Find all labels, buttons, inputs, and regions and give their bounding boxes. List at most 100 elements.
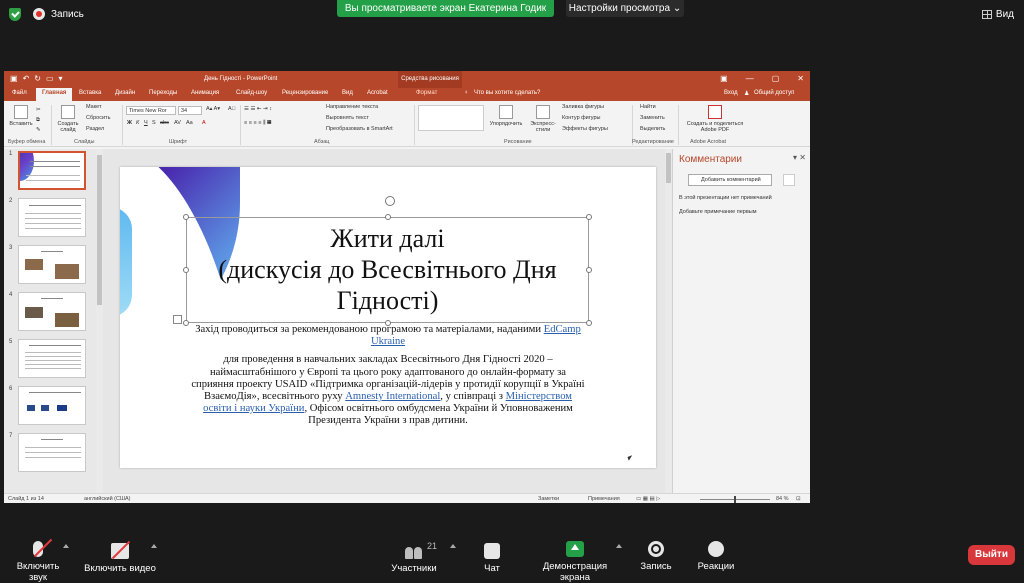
tab-transitions[interactable]: Переходы bbox=[149, 90, 177, 96]
scroll-thumb[interactable] bbox=[97, 155, 102, 305]
share-options-caret[interactable] bbox=[616, 544, 622, 548]
shapes-gallery[interactable] bbox=[418, 105, 484, 131]
slide[interactable]: Λ Жити далі (дискусія до Всесвітнього Дн… bbox=[120, 167, 656, 468]
comments-button[interactable]: Примечания bbox=[588, 496, 620, 502]
security-shield-icon[interactable] bbox=[9, 8, 21, 21]
resize-handle[interactable] bbox=[183, 320, 189, 326]
comment-nav-button[interactable] bbox=[783, 174, 795, 186]
minimize-icon[interactable]: — bbox=[746, 74, 754, 83]
thumbnail-image[interactable] bbox=[18, 245, 86, 284]
bold-button[interactable]: Ж bbox=[127, 120, 132, 126]
arrange-button[interactable]: Упорядочить bbox=[489, 105, 523, 127]
customize-qat-icon[interactable]: ▾ bbox=[59, 74, 63, 83]
underline-button[interactable]: Ч bbox=[144, 120, 148, 126]
grow-font-icon[interactable]: A▴ A▾ bbox=[206, 106, 220, 112]
zoom-level[interactable]: 84 % bbox=[776, 496, 789, 502]
thumbnail-image[interactable] bbox=[18, 292, 86, 331]
video-options-caret[interactable] bbox=[151, 544, 157, 548]
thumbnail-image[interactable] bbox=[18, 198, 86, 237]
change-case-button[interactable]: Aa bbox=[186, 120, 193, 126]
close-icon[interactable]: ▾ ✕ bbox=[793, 153, 806, 162]
strikethrough-button[interactable]: abc bbox=[160, 120, 169, 126]
ribbon-display-icon[interactable]: ▣ bbox=[720, 74, 728, 83]
tab-file[interactable]: Файл bbox=[12, 90, 27, 96]
start-video-button[interactable]: Включить видео bbox=[84, 540, 156, 574]
recording-indicator[interactable]: Запись bbox=[33, 8, 84, 20]
view-mode-icons[interactable]: ▭ ▦ ▤ ▷ bbox=[636, 496, 660, 502]
scroll-thumb[interactable] bbox=[666, 153, 671, 183]
undo-icon[interactable]: ↶ bbox=[23, 74, 30, 83]
start-slideshow-icon[interactable]: ▭ bbox=[46, 74, 54, 83]
format-painter-icon[interactable]: ✎ bbox=[36, 127, 41, 133]
layout-options-icon[interactable] bbox=[173, 315, 182, 324]
rotate-handle-icon[interactable] bbox=[385, 196, 395, 206]
fit-slide-icon[interactable]: ⊡ bbox=[796, 496, 801, 502]
thumbnails-scrollbar[interactable] bbox=[96, 149, 103, 493]
save-icon[interactable]: ▣ bbox=[10, 74, 18, 83]
close-icon[interactable]: ✕ bbox=[797, 74, 804, 83]
slide-body-text[interactable]: Захід проводиться за рекомендованою прог… bbox=[190, 324, 586, 428]
participants-options-caret[interactable] bbox=[450, 544, 456, 548]
add-comment-button[interactable]: Добавить комментарий bbox=[688, 174, 772, 186]
view-button[interactable]: Вид bbox=[981, 9, 1014, 20]
italic-button[interactable]: К bbox=[136, 120, 139, 126]
thumbnail-image[interactable] bbox=[18, 151, 86, 190]
clear-format-icon[interactable]: A⃠ bbox=[228, 106, 236, 112]
font-name-select[interactable]: Times New Ror bbox=[126, 106, 176, 115]
reactions-button[interactable]: Реакции bbox=[696, 541, 736, 572]
quick-styles-button[interactable]: Экспресс-стили bbox=[526, 105, 560, 133]
tab-slideshow[interactable]: Слайд-шоу bbox=[236, 90, 267, 96]
layout-button[interactable]: Макет bbox=[86, 104, 102, 110]
shape-effects-button[interactable]: Эффекты фигуры bbox=[562, 126, 608, 132]
text-direction-button[interactable]: Направление текста bbox=[326, 104, 378, 110]
zoom-slider-thumb[interactable] bbox=[734, 496, 736, 503]
sign-in-link[interactable]: Вход bbox=[724, 90, 738, 96]
shape-outline-button[interactable]: Контур фигуры bbox=[562, 115, 600, 121]
tab-home[interactable]: Главная bbox=[36, 88, 73, 101]
unmute-button[interactable]: Включить звук bbox=[8, 538, 68, 583]
tab-design[interactable]: Дизайн bbox=[115, 90, 135, 96]
resize-handle[interactable] bbox=[385, 214, 391, 220]
thumbnail-image[interactable] bbox=[18, 386, 86, 425]
paste-button[interactable]: Вставить bbox=[8, 105, 34, 127]
share-button[interactable]: Общий доступ bbox=[754, 90, 794, 96]
new-slide-button[interactable]: Создать слайд bbox=[56, 105, 80, 133]
cut-icon[interactable]: ✂ bbox=[36, 107, 41, 113]
amnesty-link[interactable]: Amnesty International bbox=[345, 391, 440, 402]
redo-icon[interactable]: ↻ bbox=[34, 74, 41, 83]
tab-view[interactable]: Вид bbox=[342, 90, 353, 96]
shadow-button[interactable]: S bbox=[152, 120, 156, 126]
smartart-button[interactable]: Преобразовать в SmartArt bbox=[326, 126, 393, 132]
shape-fill-button[interactable]: Заливка фигуры bbox=[562, 104, 604, 110]
align-icons[interactable]: ≡ ≡ ≡ ≡ ⫼ ▦ bbox=[244, 120, 271, 127]
thumbnail-image[interactable] bbox=[18, 433, 86, 472]
tab-format[interactable]: Формат bbox=[416, 90, 437, 96]
tab-acrobat[interactable]: Acrobat bbox=[367, 90, 388, 96]
slide-scrollbar[interactable] bbox=[665, 149, 672, 493]
participants-button[interactable]: 21 Участники bbox=[388, 541, 440, 574]
find-button[interactable]: Найти bbox=[640, 104, 656, 110]
thumbnail-image[interactable] bbox=[18, 339, 86, 378]
select-button[interactable]: Выделить bbox=[640, 126, 665, 132]
char-spacing-button[interactable]: AV bbox=[174, 120, 181, 126]
reset-button[interactable]: Сбросить bbox=[86, 115, 110, 121]
section-button[interactable]: Раздел bbox=[86, 126, 104, 132]
share-screen-button[interactable]: Демонстрация экрана bbox=[527, 541, 623, 583]
zoom-slider[interactable] bbox=[700, 496, 770, 503]
notes-button[interactable]: Заметки bbox=[538, 496, 559, 502]
tab-insert[interactable]: Вставка bbox=[79, 90, 101, 96]
language-indicator[interactable]: английский (США) bbox=[84, 496, 131, 502]
resize-handle[interactable] bbox=[586, 320, 592, 326]
copy-icon[interactable]: ⧉ bbox=[36, 117, 40, 124]
record-button[interactable]: Запись bbox=[638, 541, 674, 572]
leave-meeting-button[interactable]: Выйти bbox=[968, 545, 1015, 565]
font-size-select[interactable]: 34 bbox=[178, 106, 202, 115]
tab-review[interactable]: Рецензирование bbox=[282, 90, 328, 96]
view-options-button[interactable]: Настройки просмотра ⌄ bbox=[566, 0, 684, 17]
tell-me-search[interactable]: Что вы хотите сделать? bbox=[474, 90, 540, 96]
chat-button[interactable]: Чат bbox=[478, 541, 506, 574]
replace-button[interactable]: Заменить bbox=[640, 115, 665, 121]
font-color-button[interactable]: A bbox=[202, 120, 206, 126]
resize-handle[interactable] bbox=[183, 214, 189, 220]
slide-title[interactable]: Жити далі (дискусія до Всесвітнього Дня … bbox=[186, 223, 589, 316]
